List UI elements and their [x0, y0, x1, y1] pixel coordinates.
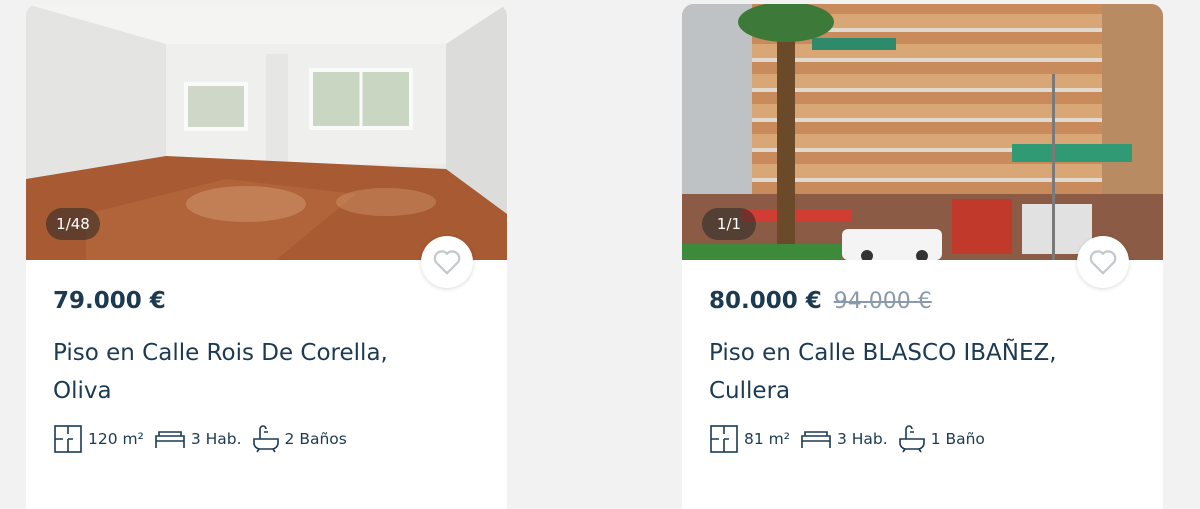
rooms-value: 3 Hab.	[190, 430, 242, 448]
floorplan-icon	[710, 425, 738, 453]
listing-card[interactable]: 1/1 80.000 € 94.000 € Piso en Calle BLAS…	[682, 4, 1163, 509]
bed-icon	[155, 431, 185, 448]
bed-icon	[801, 431, 831, 448]
listing-card[interactable]: 1/48 79.000 € Piso en Calle Rois De Core…	[26, 4, 507, 509]
listing-photo[interactable]: 1/48	[26, 4, 507, 260]
baths-value: 2 Baños	[284, 430, 347, 448]
bathtub-icon	[252, 425, 279, 453]
heart-outline-icon	[1089, 250, 1117, 275]
favorite-button[interactable]	[1077, 236, 1129, 288]
rooms-feature: 3 Hab.	[800, 428, 888, 450]
photo-counter: 1/1	[702, 208, 756, 240]
area-value: 120 m²	[88, 430, 144, 448]
listing-title[interactable]: Piso en Calle Rois De Corella, Oliva	[53, 334, 453, 410]
listing-price: 79.000 €	[53, 288, 166, 314]
listing-title[interactable]: Piso en Calle BLASCO IBAÑEZ, Cullera	[709, 334, 1109, 410]
rooms-value: 3 Hab.	[836, 430, 888, 448]
floorplan-icon	[54, 425, 82, 453]
bathtub-icon	[898, 425, 925, 453]
baths-feature: 2 Baños	[252, 424, 347, 454]
baths-feature: 1 Baño	[898, 424, 985, 454]
listing-features: 81 m² 3 Hab. 1 Baño	[709, 424, 1136, 454]
baths-value: 1 Baño	[930, 430, 985, 448]
heart-outline-icon	[433, 250, 461, 275]
favorite-button[interactable]	[421, 236, 473, 288]
rooms-feature: 3 Hab.	[154, 428, 242, 450]
area-feature: 120 m²	[53, 424, 144, 454]
listing-old-price: 94.000 €	[833, 289, 932, 314]
area-feature: 81 m²	[709, 424, 790, 454]
area-value: 81 m²	[744, 430, 790, 448]
listing-price: 80.000 €	[709, 288, 822, 314]
photo-counter: 1/48	[46, 208, 100, 240]
listing-photo[interactable]: 1/1	[682, 4, 1163, 260]
listing-features: 120 m² 3 Hab. 2 Baños	[53, 424, 480, 454]
